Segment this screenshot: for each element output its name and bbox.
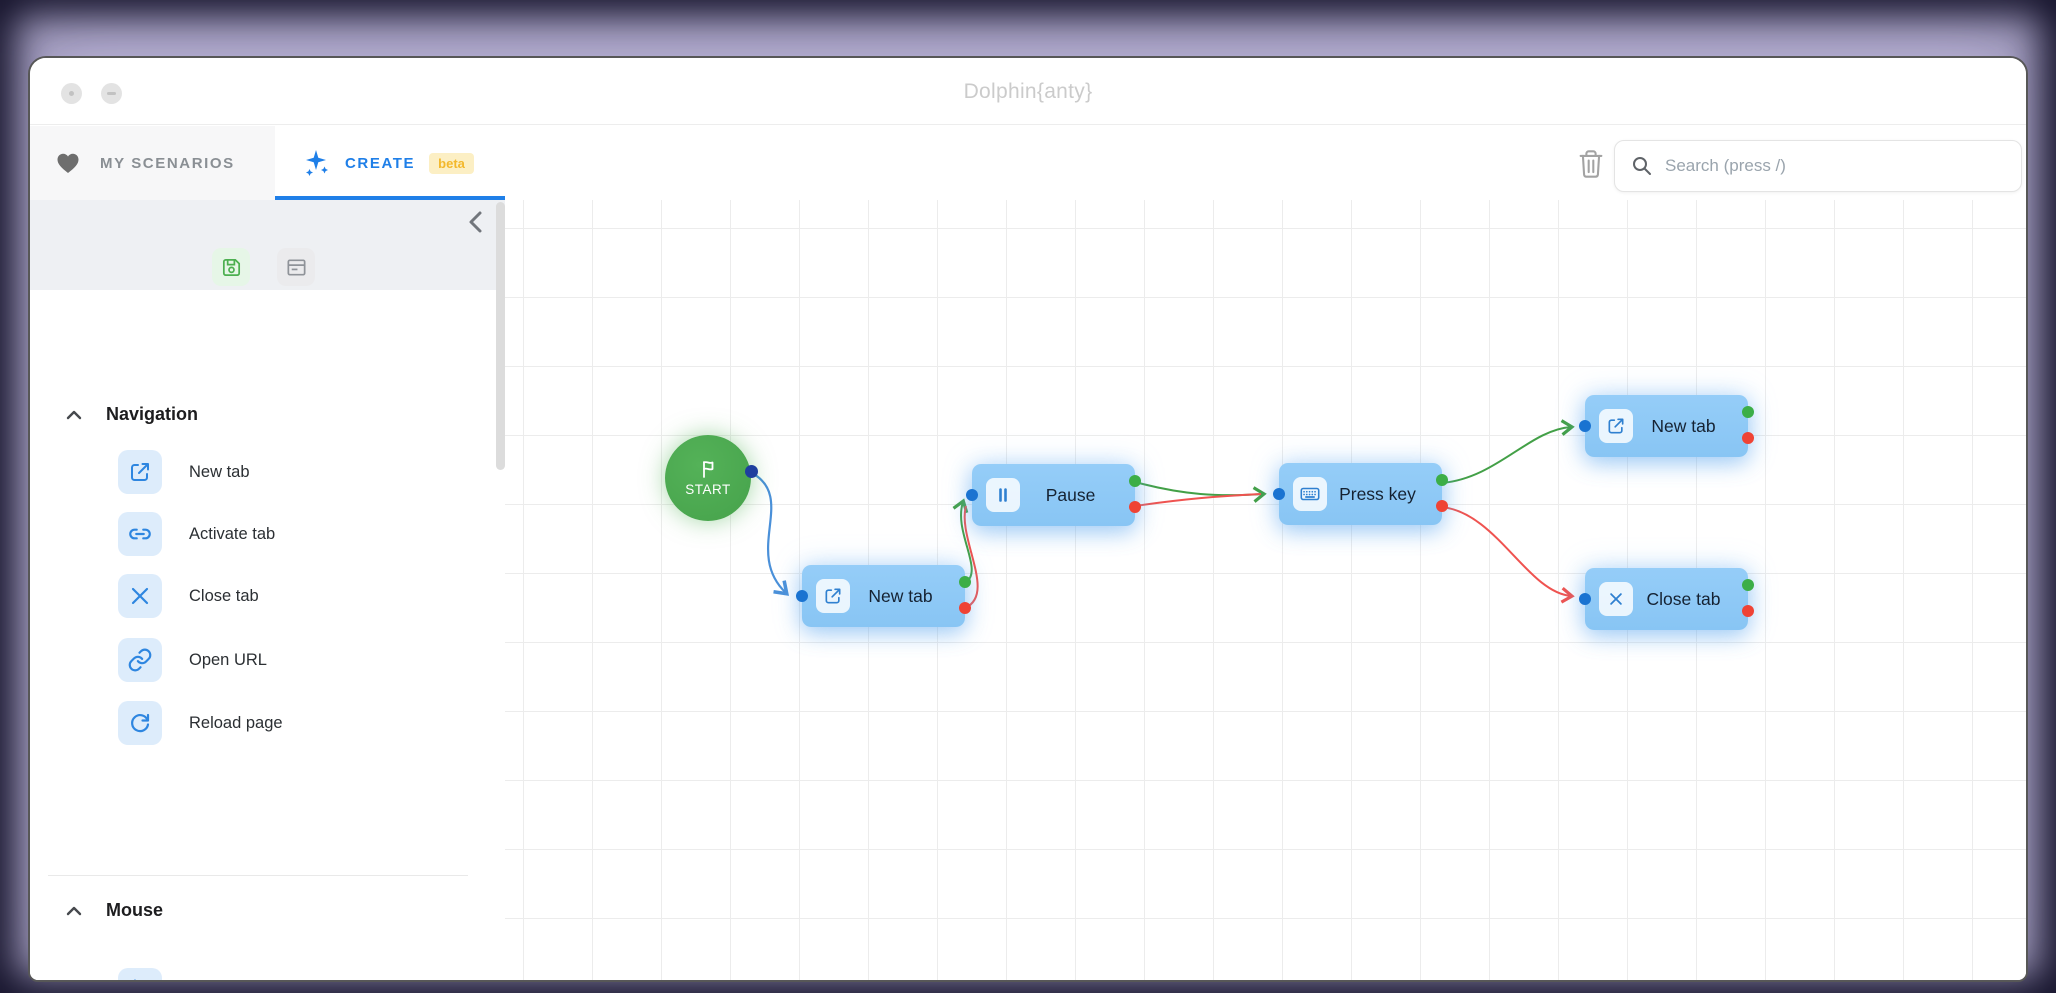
chevron-up-icon: [66, 906, 82, 916]
error-port[interactable]: [1436, 500, 1448, 512]
sidebar-item-label: Activate tab: [189, 525, 275, 544]
save-icon: [220, 256, 243, 279]
sidebar-item-label: Close tab: [189, 587, 259, 606]
sidebar-item-open-url[interactable]: Open URL: [118, 638, 267, 682]
node-pause[interactable]: Pause: [972, 464, 1135, 526]
node-new-tab-1[interactable]: New tab: [802, 565, 965, 627]
edge-start-to-newtab[interactable]: [752, 473, 786, 593]
start-node[interactable]: START: [665, 435, 751, 521]
activate-tab-icon: [118, 512, 162, 556]
heart-icon: [56, 152, 80, 174]
success-port[interactable]: [1742, 579, 1754, 591]
success-port[interactable]: [1742, 406, 1754, 418]
success-port[interactable]: [1129, 475, 1141, 487]
keyboard-icon: [1293, 477, 1327, 511]
search-icon: [1631, 155, 1653, 177]
input-port[interactable]: [966, 489, 978, 501]
open-url-icon: [118, 638, 162, 682]
node-new-tab-2[interactable]: New tab: [1585, 395, 1748, 457]
error-port[interactable]: [1742, 605, 1754, 617]
new-tab-icon: [118, 450, 162, 494]
node-label: Press key: [1327, 484, 1428, 505]
edge-pause-error-to-presskey[interactable]: [1135, 494, 1261, 506]
input-port[interactable]: [1579, 420, 1591, 432]
trash-icon: [1577, 149, 1605, 179]
save-scenario-button[interactable]: [212, 248, 250, 286]
click-icon: [118, 968, 162, 982]
tab-my-scenarios-label: MY SCENARIOS: [100, 155, 235, 172]
pause-icon: [986, 478, 1020, 512]
flow-canvas[interactable]: START New tab: [505, 200, 2028, 982]
node-press-key[interactable]: Press key: [1279, 463, 1442, 525]
edge-pause-success-to-presskey[interactable]: [1135, 482, 1263, 495]
tab-create[interactable]: CREATE beta: [275, 126, 505, 200]
app-window: Dolphin{anty} MY SCENARIOS CREATE beta: [28, 56, 2028, 982]
error-port[interactable]: [1742, 432, 1754, 444]
edge-presskey-error-to-closetab[interactable]: [1442, 507, 1571, 596]
new-tab-icon: [1599, 409, 1633, 443]
reload-icon: [118, 701, 162, 745]
node-label: New tab: [850, 586, 951, 607]
close-tab-icon: [1599, 582, 1633, 616]
sparkles-icon: [303, 149, 331, 177]
node-label: Pause: [1020, 485, 1121, 506]
input-port[interactable]: [1273, 488, 1285, 500]
sidebar-scrollbar-thumb[interactable]: [496, 202, 505, 470]
section-navigation-label: Navigation: [106, 404, 198, 425]
success-port[interactable]: [1436, 474, 1448, 486]
node-label: New tab: [1633, 416, 1734, 437]
window-title: Dolphin{anty}: [30, 80, 2026, 104]
flag-icon: [698, 459, 718, 479]
error-port[interactable]: [959, 602, 971, 614]
tab-my-scenarios[interactable]: MY SCENARIOS: [30, 126, 275, 200]
section-navigation[interactable]: Navigation: [66, 404, 198, 425]
node-close-tab[interactable]: Close tab: [1585, 568, 1748, 630]
new-tab-icon: [816, 579, 850, 613]
sidebar-item-label: Open URL: [189, 651, 267, 670]
input-port[interactable]: [1579, 593, 1591, 605]
success-port[interactable]: [959, 576, 971, 588]
node-label: Close tab: [1633, 589, 1734, 610]
sidebar-item-click[interactable]: Click: [118, 968, 225, 982]
panel-view-button[interactable]: [277, 248, 315, 286]
blocks-sidebar: Navigation New tab: [30, 200, 505, 982]
chevron-left-icon: [463, 208, 489, 236]
sidebar-item-reload-page[interactable]: Reload page: [118, 701, 283, 745]
tab-create-label: CREATE: [345, 155, 415, 172]
sidebar-header: [30, 200, 505, 290]
sidebar-item-label: New tab: [189, 463, 250, 482]
start-node-label: START: [685, 482, 731, 497]
panel-icon: [285, 256, 308, 279]
sidebar-item-label: Click: [189, 981, 225, 983]
close-tab-icon: [118, 574, 162, 618]
section-mouse-label: Mouse: [106, 900, 163, 921]
title-bar: Dolphin{anty}: [30, 58, 2026, 125]
edge-presskey-success-to-newtab[interactable]: [1442, 427, 1571, 483]
delete-scenario-button[interactable]: [1577, 149, 1605, 179]
chevron-up-icon: [66, 410, 82, 420]
start-output-port[interactable]: [745, 465, 758, 478]
input-port[interactable]: [796, 590, 808, 602]
search-input[interactable]: [1665, 156, 2005, 176]
sidebar-item-close-tab[interactable]: Close tab: [118, 574, 259, 618]
section-mouse[interactable]: Mouse: [66, 900, 163, 921]
sidebar-item-label: Reload page: [189, 714, 283, 733]
beta-badge: beta: [429, 153, 474, 174]
search-box: [1614, 140, 2022, 192]
flow-edges: [505, 200, 2028, 982]
collapse-sidebar-button[interactable]: [463, 208, 489, 236]
sidebar-item-new-tab[interactable]: New tab: [118, 450, 250, 494]
toolbar: MY SCENARIOS CREATE beta: [30, 126, 2026, 200]
error-port[interactable]: [1129, 501, 1141, 513]
section-divider: [48, 875, 468, 876]
sidebar-item-activate-tab[interactable]: Activate tab: [118, 512, 275, 556]
